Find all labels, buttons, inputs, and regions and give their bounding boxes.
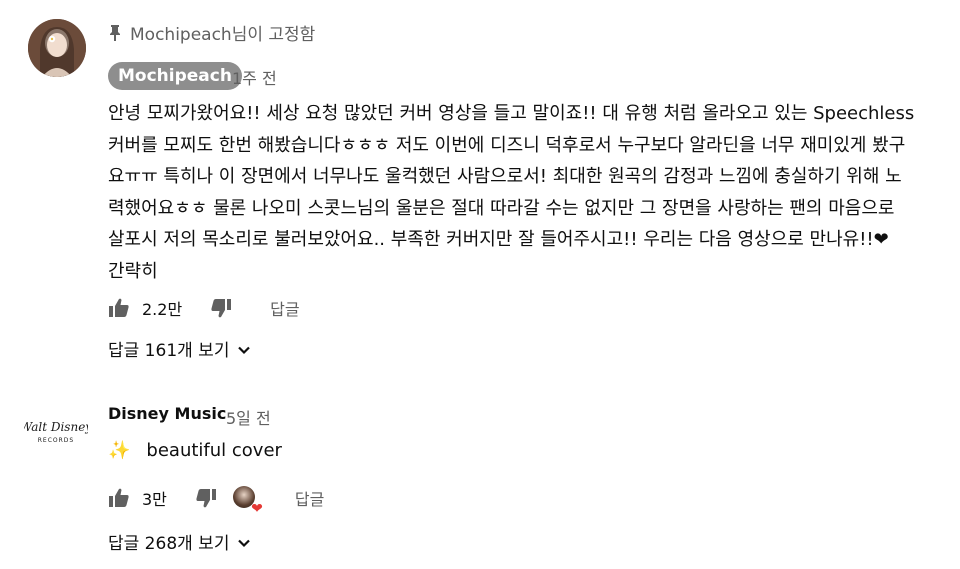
view-replies-button[interactable]: 답글 161개 보기: [108, 336, 251, 361]
like-count: 2.2만: [142, 300, 183, 319]
view-replies-button[interactable]: 답글 268개 보기: [108, 529, 251, 554]
avatar[interactable]: [28, 19, 86, 77]
comment-text-row: ✨ beautiful cover: [108, 440, 282, 461]
chevron-down-icon: [237, 535, 251, 549]
reply-button[interactable]: 답글: [295, 486, 324, 510]
disney-records-logo[interactable]: Walt Disney RECORDS: [24, 416, 88, 446]
comment-actions: 3만 ❤ 답글: [108, 486, 324, 517]
author-name-badge[interactable]: Mochipeach: [108, 62, 242, 90]
like-count: 3만: [142, 490, 167, 509]
comment-time[interactable]: 1주 전: [232, 65, 277, 89]
comment-time[interactable]: 5일 전: [226, 405, 271, 429]
view-replies-label: 답글 161개 보기: [108, 341, 230, 361]
comment-pinned: Mochipeach님이 고정함 Mochipeach 1주 전 안녕 모찌가왔…: [0, 0, 960, 380]
comment-actions: 2.2만 답글: [108, 296, 300, 320]
sparkles-icon: ✨: [108, 440, 131, 461]
author-name[interactable]: Disney Music: [108, 404, 226, 423]
thumbs-up-icon[interactable]: [108, 297, 130, 319]
heart-icon: ❤: [251, 501, 263, 517]
chevron-down-icon: [237, 342, 251, 356]
comment-text: beautiful cover: [146, 440, 282, 461]
pinned-text: Mochipeach님이 고정함: [130, 25, 316, 45]
svg-text:RECORDS: RECORDS: [38, 437, 74, 444]
svg-text:Walt Disney: Walt Disney: [24, 420, 88, 434]
thumbs-down-icon[interactable]: [195, 487, 217, 509]
thumbs-up-icon[interactable]: [108, 487, 130, 509]
creator-heart-badge: ❤: [232, 486, 263, 517]
thumbs-down-icon[interactable]: [210, 297, 232, 319]
pin-icon: [108, 24, 122, 42]
reply-button[interactable]: 답글: [270, 296, 299, 320]
pinned-label: Mochipeach님이 고정함: [108, 20, 315, 45]
avatar-image: [28, 19, 86, 77]
comment-text: 안녕 모찌가왔어요!! 세상 요청 많았던 커버 영상을 들고 말이죠!! 대 …: [108, 103, 915, 282]
view-replies-label: 답글 268개 보기: [108, 534, 230, 554]
